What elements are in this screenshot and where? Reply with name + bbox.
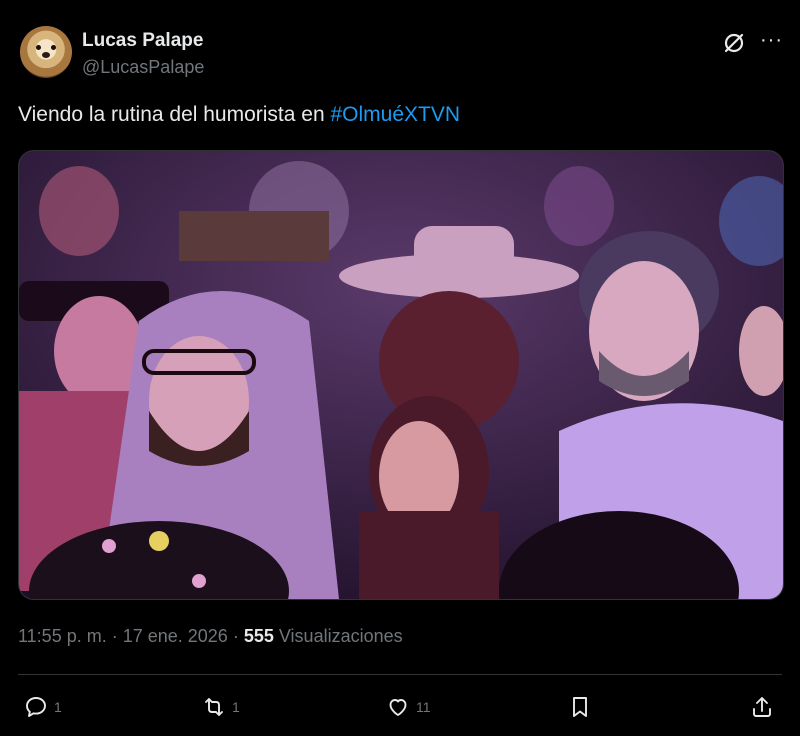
repost-button[interactable]: 1 <box>202 694 240 720</box>
tweet-date[interactable]: 17 ene. 2026 <box>123 626 228 646</box>
tweet-meta: 11:55 p. m. · 17 ene. 2026 · 555 Visuali… <box>18 626 403 647</box>
tweet-body: Viendo la rutina del humorista en <box>18 103 331 126</box>
photo-scene <box>19 151 783 599</box>
reply-count: 1 <box>54 699 62 715</box>
share-button[interactable] <box>750 694 774 720</box>
like-button[interactable]: 11 <box>386 694 431 720</box>
author-name[interactable]: Lucas Palape <box>82 30 203 52</box>
views-label: Visualizaciones <box>273 626 403 646</box>
grok-icon[interactable] <box>722 31 746 55</box>
author-avatar[interactable] <box>20 26 72 78</box>
meta-separator: · <box>227 626 244 646</box>
reply-icon <box>26 697 46 717</box>
like-count: 11 <box>416 699 431 715</box>
like-icon <box>389 699 407 716</box>
tweet-time[interactable]: 11:55 p. m. <box>18 626 107 646</box>
bookmark-button[interactable] <box>568 694 592 720</box>
avatar-eye <box>36 45 41 50</box>
tweet-photo[interactable] <box>18 150 784 600</box>
bookmark-icon <box>573 697 587 717</box>
views-count: 555 <box>243 626 274 646</box>
reply-button[interactable]: 1 <box>24 694 62 720</box>
more-icon[interactable]: ··· <box>760 30 782 52</box>
repost-count: 1 <box>232 699 240 715</box>
tweet-text: Viendo la rutina del humorista en #Olmué… <box>18 103 460 127</box>
avatar-eye <box>51 45 56 50</box>
meta-separator: · <box>106 626 123 646</box>
hashtag-link[interactable]: #OlmuéXTVN <box>330 103 460 126</box>
repost-icon <box>205 698 223 716</box>
share-icon <box>753 697 771 717</box>
divider <box>18 674 782 675</box>
author-handle[interactable]: @LucasPalape <box>82 57 204 78</box>
avatar-nose <box>42 52 50 58</box>
